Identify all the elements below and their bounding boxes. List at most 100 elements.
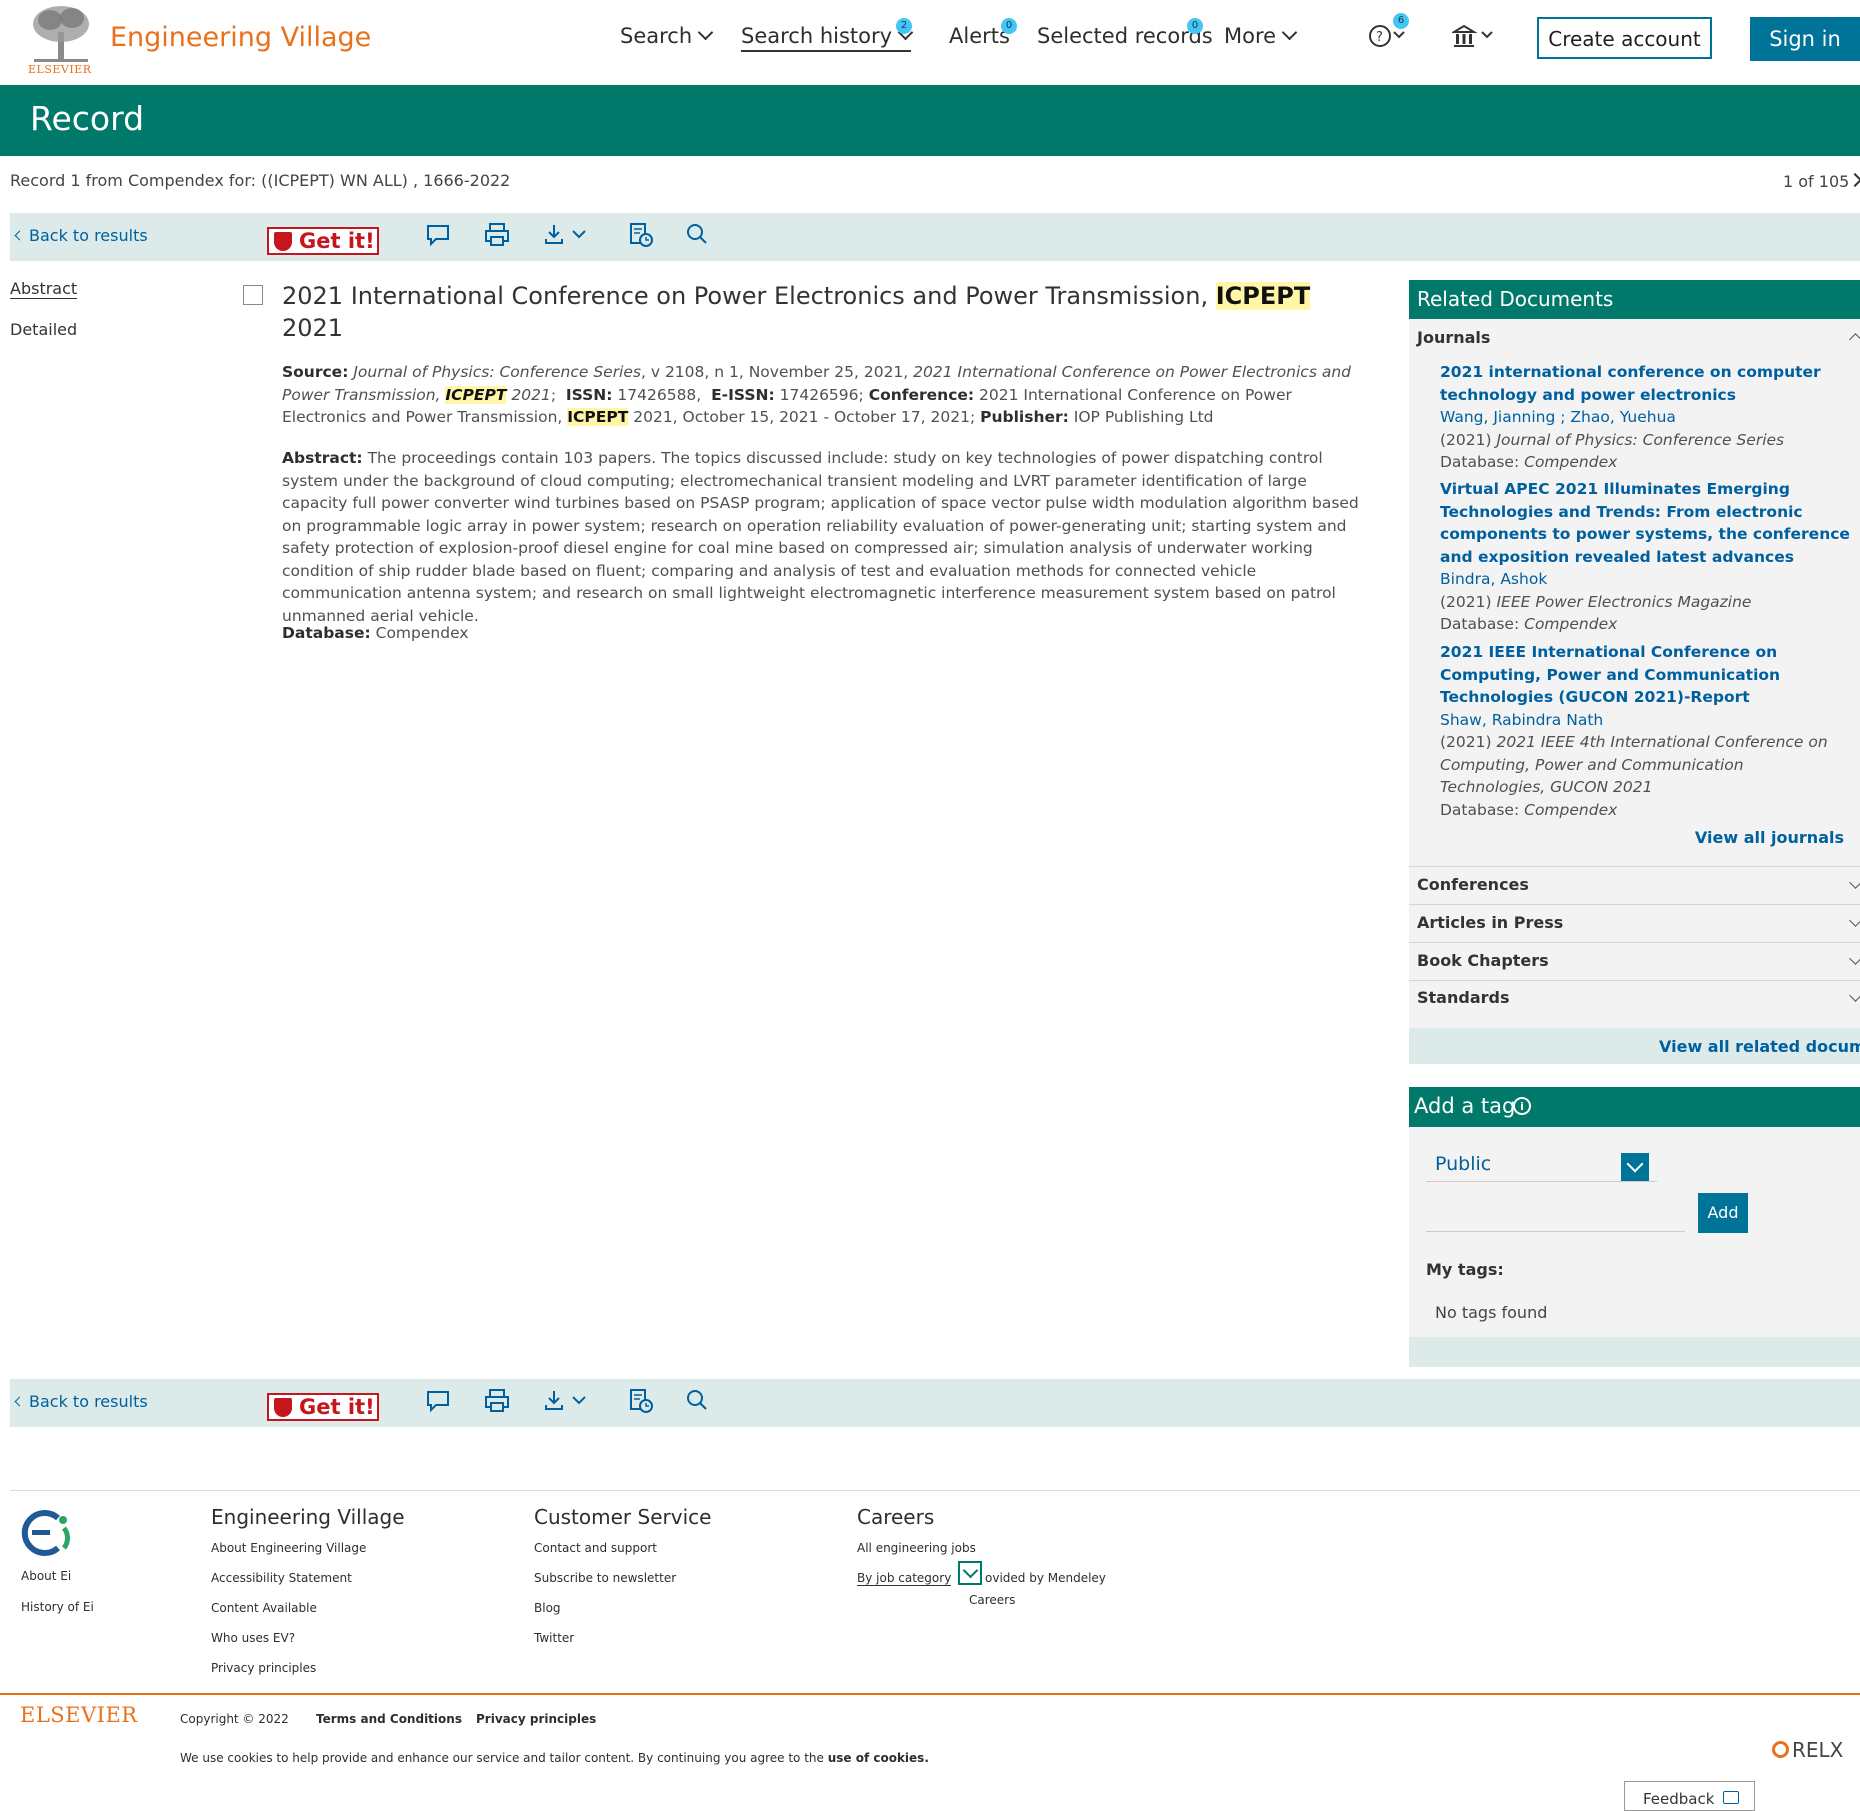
footer-link[interactable]: Who uses EV?	[211, 1631, 295, 1645]
record-select-checkbox[interactable]	[243, 285, 263, 305]
record-title: 2021 International Conference on Power E…	[282, 280, 1352, 344]
section-journals[interactable]: Journals	[1417, 328, 1490, 347]
footer-history-ei[interactable]: History of Ei	[21, 1600, 94, 1614]
database-value: Compendex	[375, 624, 469, 642]
elsevier-tree-logo[interactable]	[28, 4, 94, 64]
chevron-down-icon[interactable]	[1849, 989, 1860, 1002]
comment-icon[interactable]	[424, 1387, 452, 1415]
conference-dates: 2021, October 15, 2021 - October 17, 202…	[628, 408, 976, 426]
shield-icon	[274, 1398, 292, 1417]
conference-highlight: ICPEPT	[567, 408, 629, 426]
next-record-icon[interactable]	[1847, 172, 1860, 188]
related-item-title[interactable]: 2021 international conference on compute…	[1440, 361, 1850, 406]
related-item-database: Database: Compendex	[1440, 799, 1850, 822]
download-icon[interactable]	[543, 1387, 593, 1415]
related-item-pub: Journal of Physics: Conference Series	[1496, 430, 1785, 449]
print-icon[interactable]	[483, 1387, 511, 1415]
footer-divider	[10, 1490, 1860, 1491]
chevron-down-icon[interactable]	[1849, 876, 1860, 889]
comment-icon[interactable]	[424, 221, 452, 249]
search-icon[interactable]	[683, 1387, 711, 1415]
back-to-results-link[interactable]: Back to results	[14, 226, 148, 245]
footer-link[interactable]: Content Available	[211, 1601, 317, 1615]
chevron-down-icon	[1281, 24, 1298, 41]
tag-input[interactable]	[1426, 1201, 1685, 1232]
back-to-results-label: Back to results	[29, 226, 148, 245]
section-conferences[interactable]: Conferences	[1417, 875, 1529, 894]
related-item-pub: IEEE Power Electronics Magazine	[1496, 592, 1752, 611]
citation-history-icon[interactable]	[627, 221, 655, 249]
conference-label: Conference:	[868, 385, 975, 404]
elsevier-logo[interactable]: ELSEVIER	[20, 1703, 138, 1727]
related-documents-title: Related Documents	[1417, 287, 1614, 311]
issn-value: 17426588,	[617, 385, 702, 404]
footer-col2-heading: Customer Service	[534, 1505, 712, 1529]
footer-link[interactable]: Privacy principles	[211, 1661, 316, 1675]
footer-link[interactable]: All engineering jobs	[857, 1541, 976, 1555]
chevron-down-icon[interactable]	[958, 1561, 982, 1585]
ei-logo[interactable]	[18, 1508, 72, 1558]
database-label: Database:	[282, 624, 371, 642]
chevron-up-icon[interactable]	[1849, 333, 1860, 346]
footer-job-category-select[interactable]: By job category	[857, 1571, 952, 1586]
terms-link[interactable]: Terms and Conditions	[316, 1712, 462, 1726]
download-icon[interactable]	[543, 221, 593, 249]
related-item-authors[interactable]: Wang, Jianning ; Zhao, Yuehua	[1440, 406, 1850, 429]
back-to-results-link[interactable]: Back to results	[14, 1392, 148, 1411]
footer-link[interactable]: Twitter	[534, 1631, 574, 1645]
footer-link[interactable]: Subscribe to newsletter	[534, 1571, 676, 1585]
print-icon[interactable]	[483, 221, 511, 249]
help-menu[interactable]: ?	[1368, 24, 1412, 52]
sign-in-button[interactable]: Sign in	[1750, 17, 1860, 61]
chevron-down-icon[interactable]	[1849, 914, 1860, 927]
section-standards[interactable]: Standards	[1417, 988, 1509, 1007]
institution-icon	[1450, 24, 1493, 47]
feedback-button[interactable]: Feedback	[1624, 1781, 1755, 1811]
search-icon[interactable]	[683, 221, 711, 249]
related-item-authors[interactable]: Shaw, Rabindra Nath	[1440, 709, 1850, 732]
chevron-left-icon	[14, 1396, 25, 1407]
section-book-chapters[interactable]: Book Chapters	[1417, 951, 1549, 970]
divider	[1409, 904, 1860, 905]
footer-about-ei[interactable]: About Ei	[21, 1569, 71, 1583]
chevron-down-icon[interactable]	[1621, 1153, 1649, 1181]
institution-menu[interactable]	[1450, 24, 1498, 52]
create-account-button[interactable]: Create account	[1537, 17, 1712, 59]
info-icon[interactable]: i	[1513, 1097, 1531, 1115]
nav-search-history[interactable]: Search history	[741, 24, 914, 52]
add-tag-button[interactable]: Add	[1698, 1193, 1748, 1233]
footer-link[interactable]: Accessibility Statement	[211, 1571, 352, 1585]
brand-name[interactable]: Engineering Village	[110, 22, 371, 53]
tag-visibility-value: Public	[1435, 1153, 1492, 1175]
footer-link[interactable]: Contact and support	[534, 1541, 657, 1555]
related-journal-item: Virtual APEC 2021 Illuminates Emerging T…	[1440, 478, 1850, 636]
chevron-down-icon[interactable]	[1849, 952, 1860, 965]
view-all-related-link[interactable]: View all related documents	[1659, 1037, 1860, 1056]
related-item-title[interactable]: 2021 IEEE International Conference on Co…	[1440, 641, 1850, 709]
related-item-authors[interactable]: Bindra, Ashok	[1440, 568, 1850, 591]
relx-logo[interactable]: RELX	[1792, 1738, 1843, 1762]
nav-more[interactable]: More	[1224, 24, 1298, 48]
footer-link[interactable]: About Engineering Village	[211, 1541, 366, 1555]
get-it-button[interactable]: Get it!	[267, 1393, 379, 1421]
record-count: 1 of 105	[1783, 172, 1850, 191]
tag-visibility-select[interactable]: Public	[1426, 1147, 1657, 1182]
help-icon: ?	[1369, 25, 1405, 47]
view-all-journals-link[interactable]: View all journals	[1695, 828, 1844, 847]
chevron-left-icon	[14, 230, 25, 241]
cookie-link[interactable]: use of cookies.	[828, 1751, 929, 1765]
related-item-year: (2021)	[1440, 430, 1492, 449]
top-header: ELSEVIER Engineering Village Search Sear…	[0, 0, 1860, 85]
footer-link[interactable]: Blog	[534, 1601, 561, 1615]
tab-abstract[interactable]: Abstract	[10, 279, 78, 299]
privacy-link[interactable]: Privacy principles	[476, 1712, 596, 1726]
nav-search[interactable]: Search	[620, 24, 714, 48]
section-articles-in-press[interactable]: Articles in Press	[1417, 913, 1563, 932]
get-it-button[interactable]: Get it!	[267, 227, 379, 255]
footer-careers-link[interactable]: Careers	[969, 1593, 1015, 1607]
related-item-database: Database: Compendex	[1440, 451, 1850, 474]
citation-history-icon[interactable]	[627, 1387, 655, 1415]
related-item-title[interactable]: Virtual APEC 2021 Illuminates Emerging T…	[1440, 478, 1850, 568]
tab-detailed[interactable]: Detailed	[10, 320, 77, 339]
get-it-label: Get it!	[299, 1395, 375, 1419]
